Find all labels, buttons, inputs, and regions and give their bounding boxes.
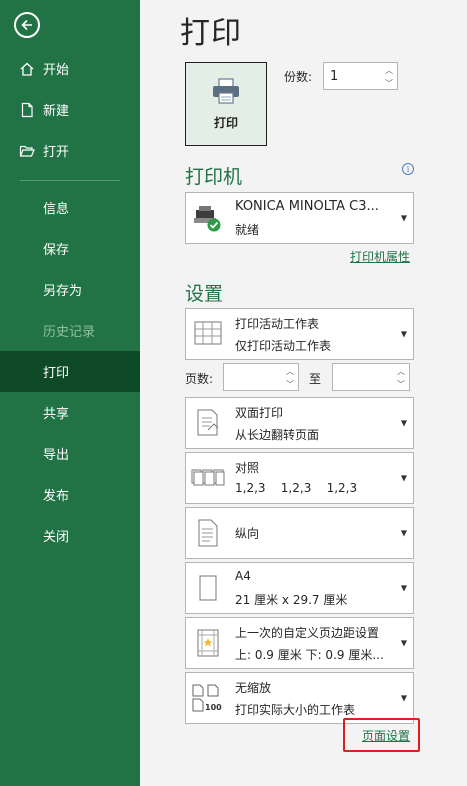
sidebar-item-label: 导出	[43, 448, 70, 463]
sidebar-item-print[interactable]: 打印	[0, 351, 140, 392]
sidebar-item-close[interactable]: 关闭	[0, 515, 140, 556]
dropdown-caret-icon: ▼	[400, 329, 407, 339]
printer-icon	[211, 77, 241, 108]
orientation-value: 纵向	[235, 526, 260, 541]
sidebar-item-save-as[interactable]: 另存为	[0, 269, 140, 310]
paper-size-subtitle: 21 厘米 x 29.7 厘米	[235, 593, 348, 607]
sidebar-item-label: 发布	[43, 489, 70, 504]
print-what-dropdown[interactable]: 打印活动工作表 仅打印活动工作表 ▼	[185, 308, 414, 360]
back-arrow-icon[interactable]	[14, 12, 40, 38]
new-document-icon	[19, 102, 35, 118]
pages-from-spin-arrows[interactable]: ︿ ﹀	[284, 366, 296, 390]
collate-title: 对照	[235, 461, 260, 475]
sidebar-item-label: 历史记录	[43, 325, 96, 340]
dropdown-caret-icon: ▼	[400, 638, 407, 648]
sidebar-item-home[interactable]: 开始	[0, 48, 140, 89]
pages-to-spin-arrows[interactable]: ︿ ﹀	[395, 366, 407, 390]
collate-dropdown[interactable]: 对照 1,2,3 1,2,3 1,2,3 ▼	[185, 452, 414, 504]
sidebar-item-label: 新建	[43, 104, 70, 119]
paper-size-icon	[191, 571, 225, 605]
pages-to-label: 至	[309, 372, 322, 386]
pages-to-spinner[interactable]: ︿ ﹀	[332, 363, 410, 391]
dropdown-caret-icon: ▼	[400, 693, 407, 703]
scaling-subtitle: 打印实际大小的工作表	[235, 703, 356, 717]
duplex-dropdown[interactable]: 双面打印 从长边翻转页面 ▼	[185, 397, 414, 449]
sidebar-item-publish[interactable]: 发布	[0, 474, 140, 515]
dropdown-caret-icon: ▼	[400, 418, 407, 428]
margins-title: 上一次的自定义页边距设置	[235, 626, 380, 640]
excel-backstage: 开始 新建 打开 信息 保存 另存为 历史记录 打印 共享 导出 发布 关闭 打…	[0, 0, 467, 786]
print-button[interactable]: 打印	[185, 62, 267, 146]
custom-margins-icon	[191, 626, 225, 660]
sidebar-item-label: 共享	[43, 407, 70, 422]
svg-text:100: 100	[205, 703, 222, 712]
print-panel: 打印 打印 份数: ︿﹀ 打印机 i	[140, 0, 467, 786]
sidebar-item-label: 保存	[43, 243, 70, 258]
chevron-down-icon[interactable]: ﹀	[286, 379, 294, 390]
duplex-subtitle: 从长边翻转页面	[235, 428, 320, 442]
duplex-print-icon	[191, 406, 225, 440]
dropdown-caret-icon: ▼	[400, 528, 407, 538]
margins-subtitle: 上: 0.9 厘米 下: 0.9 厘米...	[235, 648, 384, 662]
dropdown-caret-icon: ▼	[400, 473, 407, 483]
sidebar-item-label: 信息	[43, 202, 70, 217]
paper-size-title: A4	[235, 569, 251, 583]
printer-dropdown[interactable]: KONICA MINOLTA C3... 就绪 ▼	[185, 192, 414, 244]
sidebar-item-save[interactable]: 保存	[0, 228, 140, 269]
sidebar-item-label: 另存为	[43, 284, 83, 299]
printer-section-title: 打印机	[185, 166, 243, 188]
open-folder-icon	[19, 143, 35, 159]
pages-from-spinner[interactable]: ︿ ﹀	[223, 363, 299, 391]
orientation-dropdown[interactable]: 纵向 ▼	[185, 507, 414, 559]
sidebar-item-share[interactable]: 共享	[0, 392, 140, 433]
copies-spin-arrows[interactable]: ︿ ﹀	[383, 65, 395, 89]
dropdown-caret-icon: ▼	[400, 213, 407, 223]
sidebar-item-label: 打印	[43, 366, 70, 381]
duplex-title: 双面打印	[235, 406, 284, 420]
sidebar-divider	[20, 180, 120, 181]
sidebar-item-export[interactable]: 导出	[0, 433, 140, 474]
page-setup-highlight	[343, 718, 420, 752]
chevron-up-icon[interactable]: ︿	[397, 366, 405, 377]
scaling-title: 无缩放	[235, 681, 272, 695]
print-what-title: 打印活动工作表	[235, 317, 320, 331]
printer-properties-link[interactable]: 打印机属性	[350, 248, 410, 265]
sidebar-item-label: 打开	[43, 145, 70, 160]
collated-pages-icon	[191, 461, 225, 495]
backstage-sidebar: 开始 新建 打开 信息 保存 另存为 历史记录 打印 共享 导出 发布 关闭	[0, 0, 140, 786]
home-icon	[19, 61, 35, 77]
sidebar-item-new[interactable]: 新建	[0, 89, 140, 130]
printer-name: KONICA MINOLTA C3...	[235, 199, 379, 214]
printer-status: 就绪	[235, 223, 260, 237]
chevron-down-icon[interactable]: ﹀	[385, 78, 393, 89]
copies-label: 份数:	[284, 70, 313, 84]
sidebar-item-label: 开始	[43, 63, 70, 78]
copies-spinner[interactable]: ︿﹀	[323, 62, 398, 90]
no-scaling-icon: 100	[191, 681, 225, 715]
margins-dropdown[interactable]: 上一次的自定义页边距设置 上: 0.9 厘米 下: 0.9 厘米... ▼	[185, 617, 414, 669]
info-icon[interactable]: i	[402, 163, 414, 175]
settings-section-title: 设置	[185, 283, 224, 305]
paper-size-dropdown[interactable]: A4 21 厘米 x 29.7 厘米 ▼	[185, 562, 414, 614]
worksheet-grid-icon	[191, 317, 225, 351]
chevron-down-icon[interactable]: ﹀	[397, 379, 405, 390]
print-button-label: 打印	[213, 115, 238, 130]
dropdown-caret-icon: ▼	[400, 583, 407, 593]
print-what-subtitle: 仅打印活动工作表	[235, 339, 332, 353]
collate-subtitle: 1,2,3 1,2,3 1,2,3	[235, 481, 358, 495]
sidebar-item-label: 关闭	[43, 530, 70, 545]
pages-label: 页数:	[185, 372, 214, 386]
page-title: 打印	[180, 16, 242, 51]
scaling-dropdown[interactable]: 100 无缩放 打印实际大小的工作表 ▼	[185, 672, 414, 724]
sidebar-item-open[interactable]: 打开	[0, 130, 140, 171]
portrait-page-icon	[191, 516, 225, 550]
chevron-up-icon[interactable]: ︿	[286, 366, 294, 377]
sidebar-item-history: 历史记录	[0, 310, 140, 351]
chevron-up-icon[interactable]: ︿	[385, 65, 393, 76]
sidebar-item-info[interactable]: 信息	[0, 187, 140, 228]
printer-ready-icon	[191, 201, 225, 235]
